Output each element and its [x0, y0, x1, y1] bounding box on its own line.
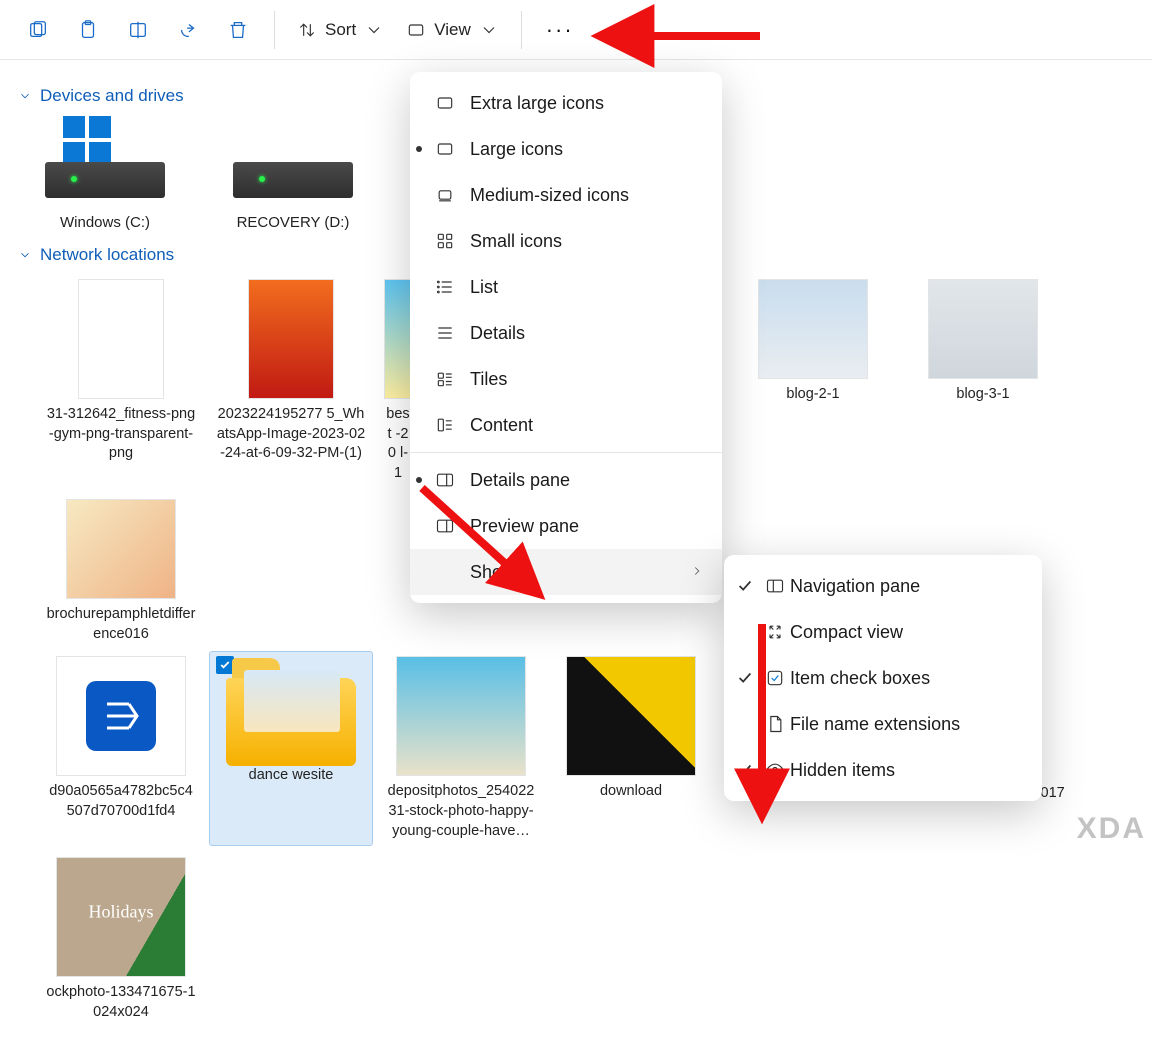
file-label: dance wesite	[247, 766, 336, 786]
group-devices-label: Devices and drives	[40, 86, 184, 106]
view-menu-item[interactable]: Medium-sized icons	[410, 172, 722, 218]
drive-c-label: Windows (C:)	[60, 214, 150, 231]
folder-item-selected[interactable]: dance wesite	[210, 652, 372, 845]
file-label: brochurepamphletdifference016	[44, 605, 198, 644]
view-menu-item[interactable]: Content	[410, 402, 722, 448]
menu-icon	[434, 414, 456, 436]
delete-button[interactable]	[218, 10, 258, 50]
thumbnail	[758, 279, 868, 379]
file-item[interactable]: d90a0565a4782bc5c4507d70700d1fd4	[40, 652, 202, 845]
file-item[interactable]: brochurepamphletdifference016	[40, 495, 202, 648]
drive-d[interactable]: RECOVERY (D:)	[228, 116, 358, 231]
clipboard-button[interactable]	[68, 10, 108, 50]
file-label: 2023224195277 5_WhatsApp-Image-2023-02-2…	[214, 405, 368, 464]
view-menu-item[interactable]: Small icons	[410, 218, 722, 264]
menu-icon	[434, 230, 456, 252]
menu-item-label: Item check boxes	[790, 668, 930, 689]
more-options-button[interactable]: ···	[538, 17, 582, 43]
file-label: blog-3-1	[954, 385, 1011, 405]
menu-item-label: Tiles	[470, 369, 507, 390]
annotation-arrow-show	[412, 480, 522, 585]
thumbnail	[66, 499, 176, 599]
thumbnail	[566, 656, 696, 776]
menu-item-label: Details	[470, 323, 525, 344]
file-label: download	[598, 782, 664, 802]
view-dropdown[interactable]: View	[400, 16, 505, 44]
menu-icon	[434, 138, 456, 160]
menu-item-label: Medium-sized icons	[470, 185, 629, 206]
group-network-label: Network locations	[40, 245, 174, 265]
sort-dropdown[interactable]: Sort	[291, 16, 390, 44]
thumbnail	[56, 857, 186, 977]
sort-label: Sort	[325, 20, 356, 40]
menu-item-label: Navigation pane	[790, 576, 920, 597]
file-label: ockphoto-133471675-1024x024	[44, 983, 198, 1022]
menu-item-label: Extra large icons	[470, 93, 604, 114]
separator	[521, 11, 522, 49]
share-button[interactable]	[168, 10, 208, 50]
view-menu-item[interactable]: Details	[410, 310, 722, 356]
new-folder-button[interactable]	[18, 10, 58, 50]
file-label: d90a0565a4782bc5c4507d70700d1fd4	[44, 782, 198, 821]
file-item[interactable]: blog-2-1	[732, 275, 894, 487]
menu-item-label: Large icons	[470, 139, 563, 160]
menu-icon	[434, 92, 456, 114]
annotation-arrow-hidden	[744, 618, 784, 793]
view-menu-item[interactable]: List	[410, 264, 722, 310]
check-icon	[736, 577, 754, 595]
menu-icon	[434, 368, 456, 390]
thumbnail	[384, 279, 412, 399]
app-icon	[86, 681, 156, 751]
windows-logo-icon	[63, 116, 111, 164]
view-menu-item[interactable]: Large icons	[410, 126, 722, 172]
thumbnail	[248, 279, 334, 399]
file-label: depositphotos_25402231-stock-photo-happy…	[384, 782, 538, 841]
file-label: best -20 l-1	[384, 405, 412, 483]
menu-item-label: Hidden items	[790, 760, 895, 781]
thumbnail	[928, 279, 1038, 379]
file-item[interactable]: 2023224195277 5_WhatsApp-Image-2023-02-2…	[210, 275, 372, 487]
annotation-arrow-top	[640, 18, 770, 63]
separator	[274, 11, 275, 49]
bullet-icon	[416, 146, 422, 152]
file-item[interactable]: ockphoto-133471675-1024x024	[40, 853, 202, 1026]
view-menu-item[interactable]: Tiles	[410, 356, 722, 402]
menu-item-label: List	[470, 277, 498, 298]
menu-item-label: Small icons	[470, 231, 562, 252]
menu-item-label: Compact view	[790, 622, 903, 643]
menu-separator	[410, 452, 722, 453]
file-item[interactable]: 31-312642_fitness-png-gym-png-transparen…	[40, 275, 202, 487]
file-item[interactable]: download	[550, 652, 712, 845]
folder-icon	[226, 656, 356, 766]
menu-icon	[764, 575, 786, 597]
menu-item-label: Content	[470, 415, 533, 436]
thumbnail	[396, 656, 526, 776]
view-menu-item[interactable]: Extra large icons	[410, 80, 722, 126]
menu-icon	[434, 184, 456, 206]
menu-icon	[434, 276, 456, 298]
drive-c[interactable]: Windows (C:)	[40, 116, 170, 231]
menu-icon	[434, 322, 456, 344]
show-submenu-item[interactable]: Navigation pane	[724, 563, 1042, 609]
file-label: blog-2-1	[784, 385, 841, 405]
chevron-right-icon	[690, 562, 704, 583]
file-item[interactable]: depositphotos_25402231-stock-photo-happy…	[380, 652, 542, 845]
toolbar: Sort View ···	[0, 0, 1152, 60]
drive-icon	[45, 116, 165, 208]
watermark: XDA	[1077, 812, 1146, 846]
drive-icon	[233, 116, 353, 208]
menu-item-label: File name extensions	[790, 714, 960, 735]
file-label: 31-312642_fitness-png-gym-png-transparen…	[44, 405, 198, 464]
thumbnail	[56, 656, 186, 776]
file-item[interactable]: blog-3-1	[902, 275, 1064, 487]
rename-button[interactable]	[118, 10, 158, 50]
drive-d-label: RECOVERY (D:)	[237, 214, 350, 231]
thumbnail	[78, 279, 164, 399]
view-label: View	[434, 20, 471, 40]
